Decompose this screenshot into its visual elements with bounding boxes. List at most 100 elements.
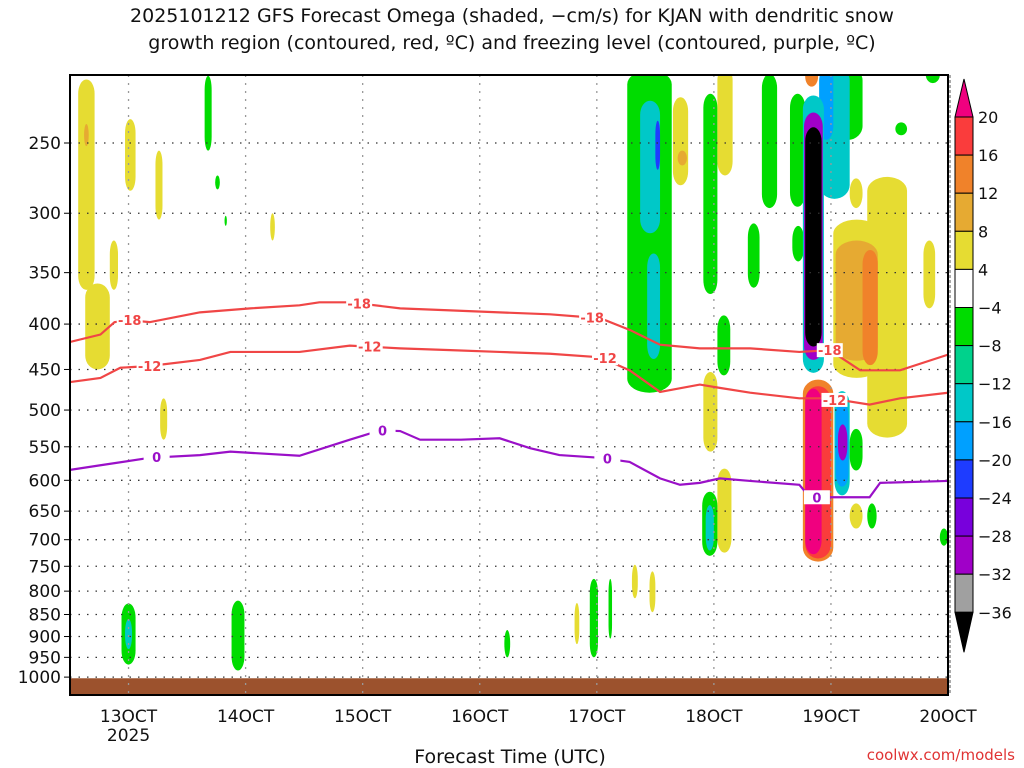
colorbar-label: 20 <box>978 108 998 127</box>
x-tick-year-label: 2025 <box>107 726 150 746</box>
omega-shade-cell <box>589 578 598 658</box>
omega-shade-cell <box>672 97 689 186</box>
colorbar-swatch <box>954 230 974 270</box>
omega-shade-cell <box>923 240 936 309</box>
y-tick-label: 250 <box>29 134 61 154</box>
omega-shade-cell <box>125 119 136 191</box>
colorbar-swatch <box>954 383 974 423</box>
x-tick-label: 14OCT <box>217 707 275 727</box>
omega-shade-cell <box>717 75 733 176</box>
x-axis-ticks: 13OCT2025 14OCT 15OCT 16OCT 17OCT 18OCT 19OCT 2… <box>100 707 977 746</box>
omega-shade-cell <box>849 503 863 529</box>
contour-label: -12 <box>138 360 162 375</box>
colorbar-swatch <box>954 573 974 613</box>
omega-time-height-chart: 2025101212 GFS Forecast Omega (shaded, −… <box>18 5 1015 768</box>
y-tick-label: 1000 <box>18 668 61 688</box>
x-tick-label: 16OCT <box>451 707 509 727</box>
x-tick-label: 15OCT <box>334 707 392 727</box>
colorbar-label: −16 <box>978 413 1012 432</box>
omega-shade-cell <box>608 578 613 639</box>
omega-shade-cell <box>78 79 95 290</box>
y-tick-label: 300 <box>29 204 61 224</box>
colorbar-over-arrow <box>954 78 974 118</box>
y-tick-label: 750 <box>29 557 61 577</box>
colorbar-label: 8 <box>978 222 988 241</box>
omega-shade-cell <box>717 315 731 376</box>
omega-shade-cell <box>705 505 714 551</box>
y-tick-label: 550 <box>29 438 61 458</box>
x-tick-label: 20OCT <box>919 707 977 727</box>
omega-shade-cell <box>270 213 275 241</box>
x-tick-label: 18OCT <box>685 707 743 727</box>
contour-label: -12 <box>593 352 617 367</box>
omega-shade-cell <box>805 75 819 87</box>
omega-shade-cell <box>939 528 948 546</box>
y-tick-label: 650 <box>29 502 61 522</box>
ground-below-surface <box>70 678 948 695</box>
omega-shade-cell <box>655 120 661 170</box>
omega-shade-cell <box>85 283 110 370</box>
omega-shade-cell <box>849 178 863 209</box>
x-tick-label: 19OCT <box>802 707 860 727</box>
omega-shade-cell <box>761 75 778 209</box>
omega-shade-cell <box>649 571 656 613</box>
omega-shade-cell <box>204 75 212 151</box>
ground-fill <box>70 678 948 695</box>
x-tick-label: 13OCT <box>100 707 158 727</box>
colorbar-label: −4 <box>978 299 1002 318</box>
omega-shade-cell <box>747 223 760 288</box>
omega-shade-cell <box>155 150 163 220</box>
colorbar-swatch <box>954 497 974 537</box>
omega-shade-cell <box>717 468 732 553</box>
y-axis-ticks: 250 300 350 400 450 500 550 600 650 700 750 800 850 9… <box>18 134 70 688</box>
colorbar-under-arrow <box>954 611 974 653</box>
omega-shade-cell <box>224 215 227 226</box>
colorbar-label: −28 <box>978 527 1012 546</box>
omega-shade-cell <box>504 630 511 658</box>
omega-shade-cell <box>703 372 718 452</box>
colorbar-label: 12 <box>978 184 998 203</box>
omega-shade-cell <box>895 122 908 136</box>
contour-label: 0 <box>603 453 612 468</box>
colorbar-swatch <box>954 421 974 461</box>
colorbar: 20 16 12 8 4 −4 −8 −12 −16 −20 −24 −28 −32 −36 <box>954 78 1012 653</box>
colorbar-swatch <box>954 192 974 232</box>
omega-shade-cell <box>160 398 168 440</box>
colorbar-label: 4 <box>978 260 988 279</box>
contour-label: -18 <box>347 297 371 312</box>
y-tick-label: 850 <box>29 605 61 625</box>
omega-shade-cell <box>862 249 878 366</box>
omega-shade-cell <box>215 175 220 190</box>
colorbar-label: −20 <box>978 451 1012 470</box>
y-tick-label: 800 <box>29 582 61 602</box>
colorbar-swatch <box>954 116 974 156</box>
colorbar-label: −12 <box>978 375 1012 394</box>
y-tick-label: 350 <box>29 264 61 284</box>
omega-shading <box>78 75 948 671</box>
y-tick-label: 900 <box>29 628 61 648</box>
colorbar-swatch <box>954 459 974 499</box>
contour-label: -12 <box>823 394 847 409</box>
omega-shade-cell <box>677 150 687 166</box>
contour-label: 0 <box>152 451 161 466</box>
colorbar-swatch <box>954 345 974 385</box>
colorbar-label: −36 <box>978 603 1012 622</box>
omega-shade-cell <box>231 600 245 671</box>
colorbar-swatch <box>954 307 974 347</box>
y-tick-label: 450 <box>29 360 61 380</box>
x-axis-label: Forecast Time (UTC) <box>414 746 605 768</box>
colorbar-label: −32 <box>978 565 1012 584</box>
omega-shade-cell <box>574 602 580 645</box>
contour-label: -12 <box>358 341 382 356</box>
omega-shade-cell <box>109 240 118 290</box>
colorbar-swatch <box>954 535 974 575</box>
colorbar-label: 16 <box>978 146 998 165</box>
omega-shade-cell <box>805 388 822 555</box>
omega-shade-cell <box>849 428 863 471</box>
colorbar-swatch <box>954 154 974 194</box>
omega-shade-cell <box>792 225 805 262</box>
contour-label: 0 <box>378 424 387 439</box>
y-tick-label: 950 <box>29 648 61 668</box>
contour-label: 0 <box>812 491 821 506</box>
credit-link[interactable]: coolwx.com/models <box>867 746 1015 764</box>
